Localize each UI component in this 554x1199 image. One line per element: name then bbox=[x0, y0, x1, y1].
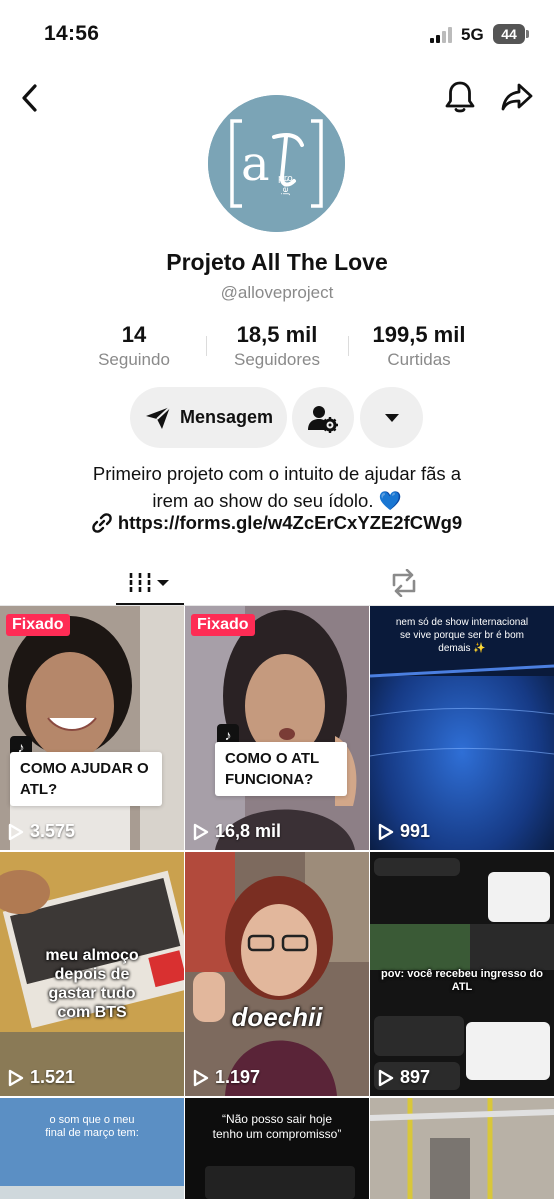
message-button[interactable]: Mensagem bbox=[130, 387, 287, 448]
video-overlay-text: meu almoço depois de gastar tudo com BTS bbox=[45, 947, 139, 1021]
tab-videos[interactable] bbox=[116, 560, 184, 606]
caret-down-icon bbox=[384, 413, 399, 422]
thumbnail-image bbox=[185, 852, 369, 1096]
video-overlay-text: nem só de show internacional se vive por… bbox=[395, 617, 529, 654]
video-thumbnail[interactable]: “Não posso sair hoje tenho um compromiss… bbox=[185, 1098, 369, 1199]
battery-icon: 44 bbox=[493, 24, 525, 44]
play-icon bbox=[8, 823, 24, 840]
videos-grid-icon bbox=[129, 573, 169, 593]
video-thumbnail[interactable]: doechii 1.197 bbox=[185, 852, 369, 1096]
view-count: 1.197 bbox=[193, 1067, 260, 1088]
video-overlay-text: pov: você recebeu ingresso do ATL bbox=[381, 968, 543, 993]
bell-icon bbox=[445, 81, 475, 113]
link-text: https://forms.gle/w4ZcErCxYZE2fCWg9 bbox=[117, 512, 463, 533]
tab-reposts[interactable] bbox=[370, 560, 438, 606]
stat-following[interactable]: 14 Seguindo bbox=[80, 322, 188, 370]
atl-logo-icon: a pro ject bbox=[208, 95, 345, 232]
bio-line: Primeiro projeto com o intuito de ajudar… bbox=[92, 463, 462, 484]
signal-icon bbox=[430, 27, 454, 43]
network-type: 5G bbox=[461, 25, 484, 44]
view-count: 897 bbox=[378, 1067, 430, 1088]
stat-divider bbox=[348, 336, 349, 356]
battery-tip bbox=[526, 30, 529, 38]
profile-avatar[interactable]: a pro ject bbox=[208, 95, 345, 232]
play-icon bbox=[193, 1069, 209, 1086]
share-button[interactable] bbox=[498, 78, 536, 116]
video-caption: COMO O ATL FUNCIONA? bbox=[215, 742, 347, 796]
profile-bio: Primeiro projeto com o intuito de ajudar… bbox=[40, 460, 514, 514]
view-count-text: 1.521 bbox=[30, 1067, 76, 1087]
video-thumbnail[interactable]: meu almoço depois de gastar tudo com BTS… bbox=[0, 852, 184, 1096]
video-overlay-text: doechii bbox=[231, 1002, 323, 1032]
thumbnail-image bbox=[370, 1098, 554, 1199]
view-count-text: 991 bbox=[400, 821, 431, 841]
play-icon bbox=[8, 1069, 24, 1086]
likes-label: Curtidas bbox=[387, 350, 451, 369]
thumbnail-image bbox=[185, 606, 369, 850]
view-count-text: 16,8 mil bbox=[215, 821, 282, 841]
view-count: 1.521 bbox=[8, 1067, 75, 1088]
view-count-text: 897 bbox=[400, 1067, 431, 1087]
play-icon bbox=[378, 1069, 394, 1086]
followers-label: Seguidores bbox=[233, 350, 320, 369]
notifications-button[interactable] bbox=[442, 78, 478, 116]
followers-count: 18,5 mil bbox=[236, 322, 318, 347]
pinned-badge: Fixado bbox=[6, 614, 70, 636]
link-icon bbox=[92, 513, 112, 533]
view-count: 16,8 mil bbox=[193, 821, 281, 842]
message-button-label: Mensagem bbox=[179, 407, 274, 427]
play-icon bbox=[193, 823, 209, 840]
video-overlay-text: o som que o meu final de março tem: bbox=[45, 1114, 139, 1139]
svg-text:ject: ject bbox=[281, 178, 291, 196]
video-thumbnail[interactable] bbox=[370, 1098, 554, 1199]
view-count-text: 3.575 bbox=[30, 821, 76, 841]
video-thumbnail[interactable]: pov: você recebeu ingresso do ATL 897 bbox=[370, 852, 554, 1096]
repost-icon bbox=[392, 569, 416, 597]
svg-text:a: a bbox=[241, 136, 270, 192]
view-count: 3.575 bbox=[8, 821, 75, 842]
stat-followers[interactable]: 18,5 mil Seguidores bbox=[216, 322, 338, 370]
more-options-button[interactable] bbox=[360, 387, 423, 448]
view-count-text: 1.197 bbox=[215, 1067, 261, 1087]
play-icon bbox=[378, 823, 394, 840]
bio-line: irem ao show do seu ídolo. 💙 bbox=[152, 490, 402, 511]
share-arrow-icon bbox=[501, 83, 533, 111]
view-count: 991 bbox=[378, 821, 430, 842]
send-icon bbox=[145, 405, 171, 429]
stat-divider bbox=[206, 336, 207, 356]
stat-likes[interactable]: 199,5 mil Curtidas bbox=[356, 322, 482, 370]
video-caption: COMO AJUDAR O ATL? bbox=[10, 752, 162, 806]
video-thumbnail[interactable]: Fixado ♪ COMO AJUDAR O ATL? 3.575 bbox=[0, 606, 184, 850]
following-count: 14 bbox=[121, 322, 147, 347]
following-label: Seguindo bbox=[98, 350, 170, 369]
thumbnail-image bbox=[0, 606, 184, 850]
profile-name: Projeto All The Love bbox=[166, 249, 388, 275]
status-time: 14:56 bbox=[44, 22, 100, 45]
video-thumbnail[interactable]: Fixado ♪ COMO O ATL FUNCIONA? 16,8 mil bbox=[185, 606, 369, 850]
video-thumbnail[interactable]: nem só de show internacional se vive por… bbox=[370, 606, 554, 850]
chevron-left-icon bbox=[22, 84, 37, 112]
profile-link[interactable]: https://forms.gle/w4ZcErCxYZE2fCWg9 bbox=[0, 512, 554, 534]
profile-handle: @alloveproject bbox=[220, 283, 334, 302]
video-thumbnail[interactable]: o som que o meu final de março tem: bbox=[0, 1098, 184, 1199]
video-overlay-text: “Não posso sair hoje tenho um compromiss… bbox=[212, 1112, 342, 1141]
status-bar: 14:56 5G 44 bbox=[0, 0, 554, 70]
user-gear-icon bbox=[308, 405, 338, 433]
follow-settings-button[interactable] bbox=[292, 387, 354, 448]
back-button[interactable] bbox=[14, 80, 46, 116]
pinned-badge: Fixado bbox=[191, 614, 255, 636]
likes-count: 199,5 mil bbox=[372, 322, 466, 347]
